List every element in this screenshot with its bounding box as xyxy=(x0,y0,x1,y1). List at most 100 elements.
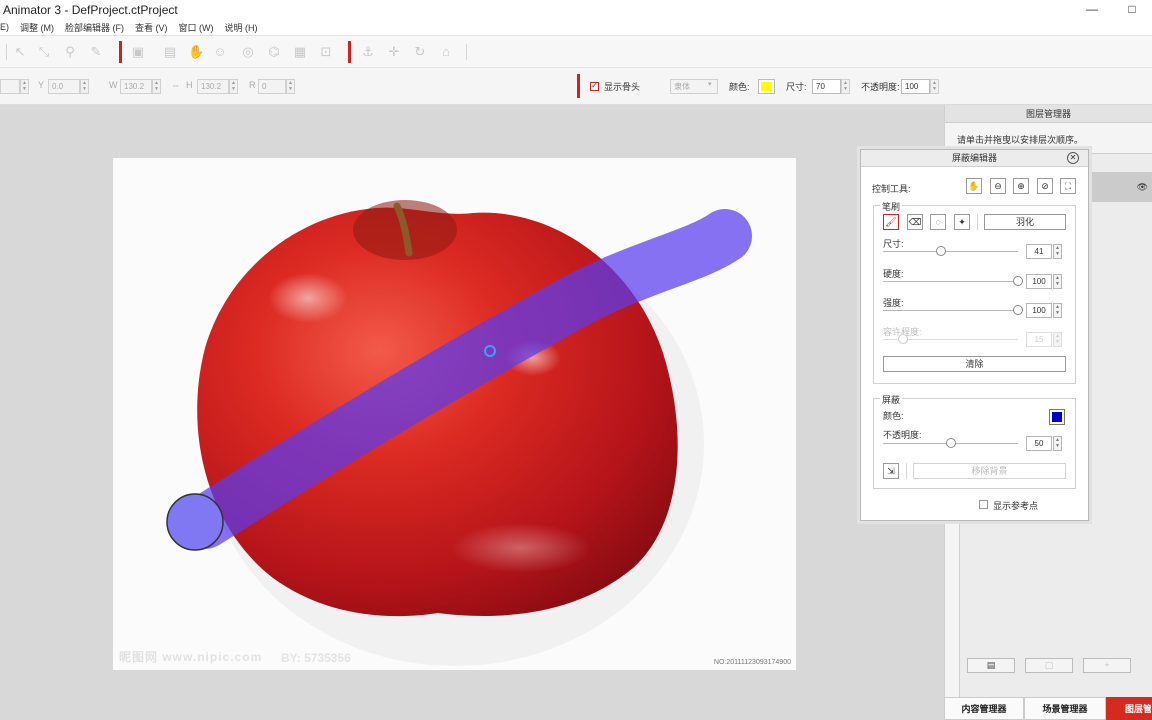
mask-group: 屏蔽 颜色: 不透明度: 50 ▲ ▼ ⇲ 移除背景 xyxy=(873,393,1076,489)
color-swatch[interactable] xyxy=(758,79,775,94)
size-spinner[interactable]: ▲ ▼ xyxy=(841,79,850,94)
deform-icon[interactable]: ⌬ xyxy=(266,44,282,60)
eye-icon[interactable]: 👁 xyxy=(1137,182,1148,193)
chevron-down-icon[interactable]: ▾ xyxy=(708,80,712,88)
apple-highlight xyxy=(451,523,591,573)
add-layer-button[interactable]: + xyxy=(1083,658,1131,673)
w-field[interactable]: 130.2 xyxy=(120,79,152,94)
divider xyxy=(977,214,978,230)
zoom-in-icon[interactable]: ⊕ xyxy=(1013,178,1029,194)
close-icon[interactable]: ✕ xyxy=(1067,152,1079,164)
layer-buttons: ▤ ▢ + xyxy=(967,658,1131,673)
menu-view[interactable]: 查看 (V) xyxy=(135,21,168,34)
x-field[interactable] xyxy=(0,79,20,94)
r-spinner[interactable]: ▲ ▼ xyxy=(286,79,295,94)
mask-color-swatch[interactable] xyxy=(1049,409,1065,425)
w-spinner[interactable]: ▲ ▼ xyxy=(152,79,161,94)
size-slider-knob[interactable] xyxy=(936,246,947,256)
magic-wand-icon[interactable]: ✦ xyxy=(954,214,970,230)
puppet-icon[interactable]: ⚓ xyxy=(360,44,376,60)
show-bones-checkbox[interactable]: ✓ xyxy=(590,80,599,91)
size-field[interactable]: 70 xyxy=(812,79,841,94)
face-icon[interactable]: ☺ xyxy=(212,44,228,60)
r-label: R xyxy=(249,80,256,90)
opacity-field[interactable]: 100 xyxy=(901,79,930,94)
mask-opacity-field[interactable]: 50 xyxy=(1026,436,1052,451)
brush-icon[interactable]: 🖌 xyxy=(883,214,899,230)
menu-face-editor[interactable]: 脸部编辑器 (F) xyxy=(65,21,124,34)
hardness-spinner[interactable]: ▲ ▼ xyxy=(1053,274,1062,289)
mask-editor-title-text: 屏蔽编辑器 xyxy=(951,153,997,163)
brush-group-title: 笔刷 xyxy=(880,200,903,213)
strength-slider[interactable] xyxy=(883,310,1018,311)
menu-adjust[interactable]: 调整 (M) xyxy=(20,21,54,34)
menu-help[interactable]: 说明 (H) xyxy=(225,21,258,34)
fit-view-icon[interactable]: ⛶ xyxy=(1060,178,1076,194)
tab-layer-manager[interactable]: 图层管理器 xyxy=(1106,697,1152,720)
tolerance-field[interactable]: 15 xyxy=(1026,332,1052,347)
minimize-button[interactable]: — xyxy=(1072,0,1112,19)
size-slider[interactable] xyxy=(883,251,1018,252)
import-mask-icon[interactable]: ⇲ xyxy=(883,463,899,479)
strength-spinner[interactable]: ▲ ▼ xyxy=(1053,303,1062,318)
bone-chain-icon[interactable]: ⚲ xyxy=(62,44,78,60)
apple-highlight xyxy=(268,273,348,323)
new-layer-button[interactable]: ▤ xyxy=(967,658,1015,673)
frame-icon[interactable]: ⊡ xyxy=(318,44,334,60)
hand-icon[interactable]: ✋ xyxy=(966,178,982,194)
size-spinner[interactable]: ▲ ▼ xyxy=(1053,244,1062,259)
mask-opacity-slider-knob[interactable] xyxy=(945,438,956,448)
tolerance-spinner[interactable]: ▲ ▼ xyxy=(1053,332,1062,347)
tolerance-slider-knob[interactable] xyxy=(898,334,909,344)
zoom-out-icon[interactable]: ⊖ xyxy=(990,178,1006,194)
hardness-slider[interactable] xyxy=(883,281,1018,282)
select-arrow-icon[interactable]: ↖ xyxy=(12,44,28,60)
feather-button[interactable]: 羽化 xyxy=(984,214,1066,230)
opacity-spinner[interactable]: ▲ ▼ xyxy=(930,79,939,94)
r-field[interactable]: 0 xyxy=(258,79,286,94)
lasso-icon[interactable]: ◌ xyxy=(930,214,946,230)
hardness-slider-knob[interactable] xyxy=(1013,276,1023,286)
size-field[interactable]: 41 xyxy=(1026,244,1052,259)
reset-view-icon[interactable]: ⊘ xyxy=(1037,178,1053,194)
strength-field[interactable]: 100 xyxy=(1026,303,1052,318)
bone-select-icon[interactable]: ⤡ xyxy=(36,44,52,60)
maximize-button[interactable]: □ xyxy=(1112,0,1152,19)
mesh-icon[interactable]: ◎ xyxy=(240,44,256,60)
clear-button[interactable]: 清除 xyxy=(883,356,1066,372)
rotate-icon[interactable]: ↻ xyxy=(412,44,428,60)
layers-icon[interactable]: ▦ xyxy=(292,44,308,60)
y-field[interactable]: 0.0 xyxy=(48,79,80,94)
eraser-icon[interactable]: ⌫ xyxy=(907,214,923,230)
strength-slider-knob[interactable] xyxy=(1013,305,1023,315)
show-reference-checkbox[interactable] xyxy=(979,500,988,509)
toolbar-separator xyxy=(119,41,122,63)
pin-icon[interactable]: ✎ xyxy=(88,44,104,60)
image-tool-icon[interactable]: ▣ xyxy=(130,44,146,60)
mask-opacity-spinner[interactable]: ▲ ▼ xyxy=(1053,436,1062,451)
image-serial: NO:20111123093174900 xyxy=(713,659,791,666)
brush-cursor xyxy=(166,493,224,551)
stack-icon[interactable]: ▤ xyxy=(162,44,178,60)
x-spinner[interactable]: ▲ ▼ xyxy=(20,79,29,94)
mask-group-title: 屏蔽 xyxy=(880,393,903,406)
tab-content-manager[interactable]: 内容管理器 xyxy=(944,697,1024,720)
stage-canvas[interactable]: 昵图网 www.nipic.com BY: 5735356 NO:2011112… xyxy=(113,158,796,670)
menu-bar: E) 调整 (M) 脸部编辑器 (F) 查看 (V) 窗口 (W) 说明 (H) xyxy=(0,19,1152,36)
menu-window[interactable]: 窗口 (W) xyxy=(179,21,214,34)
hand-icon[interactable]: ✋ xyxy=(188,44,204,60)
menu-edit[interactable]: E) xyxy=(0,22,9,32)
toolbar-separator xyxy=(577,74,580,98)
move-icon[interactable]: ✛ xyxy=(386,44,402,60)
brush-group: 笔刷 🖌 ⌫ ◌ ✦ 羽化 尺寸: 41 ▲ ▼ 硬度: 100 ▲ ▼ 强度: 1… xyxy=(873,200,1076,384)
lock-ratio-icon[interactable]: ⇔ xyxy=(171,80,180,90)
h-spinner[interactable]: ▲ ▼ xyxy=(229,79,238,94)
duplicate-layer-button[interactable]: ▢ xyxy=(1025,658,1073,673)
hardness-field[interactable]: 100 xyxy=(1026,274,1052,289)
h-field[interactable]: 130.2 xyxy=(197,79,229,94)
opacity-label: 不透明度: xyxy=(861,82,900,92)
y-spinner[interactable]: ▲ ▼ xyxy=(80,79,89,94)
remove-background-button[interactable]: 移除背景 xyxy=(913,463,1066,479)
tab-scene-manager[interactable]: 场景管理器 xyxy=(1024,697,1106,720)
home-icon[interactable]: ⌂ xyxy=(438,44,454,60)
